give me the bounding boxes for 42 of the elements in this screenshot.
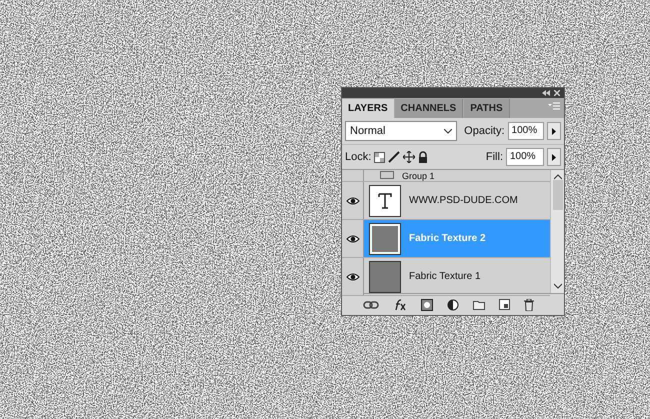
fill-field[interactable]: 100% bbox=[506, 148, 544, 166]
scroll-up-icon[interactable] bbox=[554, 174, 562, 180]
collapse-icon[interactable] bbox=[542, 90, 550, 96]
panel-tab[interactable]: LAYERS bbox=[342, 99, 394, 118]
opacity-field[interactable]: 100% bbox=[508, 122, 544, 140]
triangle-right-icon[interactable] bbox=[552, 154, 556, 160]
blend-mode-dropdown[interactable]: Normal bbox=[345, 121, 458, 141]
scroll-down-icon[interactable] bbox=[554, 283, 562, 289]
layer-name: WWW.PSD-DUDE.COM bbox=[409, 194, 518, 208]
fx-icon[interactable] bbox=[392, 298, 406, 310]
text-layer-thumbnail bbox=[369, 184, 401, 216]
half-circle-icon[interactable] bbox=[446, 298, 458, 310]
lock-transparent-icon[interactable] bbox=[374, 152, 386, 162]
opacity-arrow-button[interactable] bbox=[547, 122, 561, 140]
trash-icon[interactable] bbox=[524, 298, 534, 310]
scrollbar-thumb[interactable] bbox=[552, 180, 562, 210]
layer-name: Fabric Texture 2 bbox=[409, 232, 486, 246]
new-layer-icon[interactable] bbox=[498, 299, 510, 310]
close-icon[interactable] bbox=[554, 90, 560, 96]
triangle-right-icon[interactable] bbox=[552, 128, 556, 134]
eye-icon[interactable] bbox=[346, 234, 360, 242]
texture-thumbnail bbox=[369, 260, 401, 292]
eye-icon[interactable] bbox=[346, 272, 360, 280]
texture-thumbnail bbox=[369, 222, 401, 254]
layer-row[interactable]: Group 1 bbox=[342, 170, 550, 182]
opacity-label: Opacity: bbox=[464, 124, 505, 139]
link-icon[interactable] bbox=[362, 300, 378, 308]
chevron-down-icon[interactable] bbox=[444, 128, 452, 134]
lock-label: Lock: bbox=[345, 150, 372, 165]
move-icon[interactable] bbox=[403, 151, 416, 163]
lock-icon[interactable] bbox=[418, 151, 428, 163]
mask-icon[interactable] bbox=[420, 298, 432, 310]
panel-tab[interactable]: PATHS bbox=[464, 99, 510, 118]
layer-name: Group 1 bbox=[402, 170, 435, 180]
folder-icon[interactable] bbox=[472, 300, 484, 310]
layer-row[interactable]: Fabric Texture 1 bbox=[342, 258, 550, 296]
panel-tab[interactable]: CHANNELS bbox=[394, 99, 464, 118]
fill-label: Fill: bbox=[486, 150, 503, 165]
fill-arrow-button[interactable] bbox=[547, 148, 561, 166]
scrollbar[interactable] bbox=[550, 170, 564, 293]
layer-name: Fabric Texture 1 bbox=[409, 270, 481, 284]
eye-icon[interactable] bbox=[346, 196, 360, 204]
